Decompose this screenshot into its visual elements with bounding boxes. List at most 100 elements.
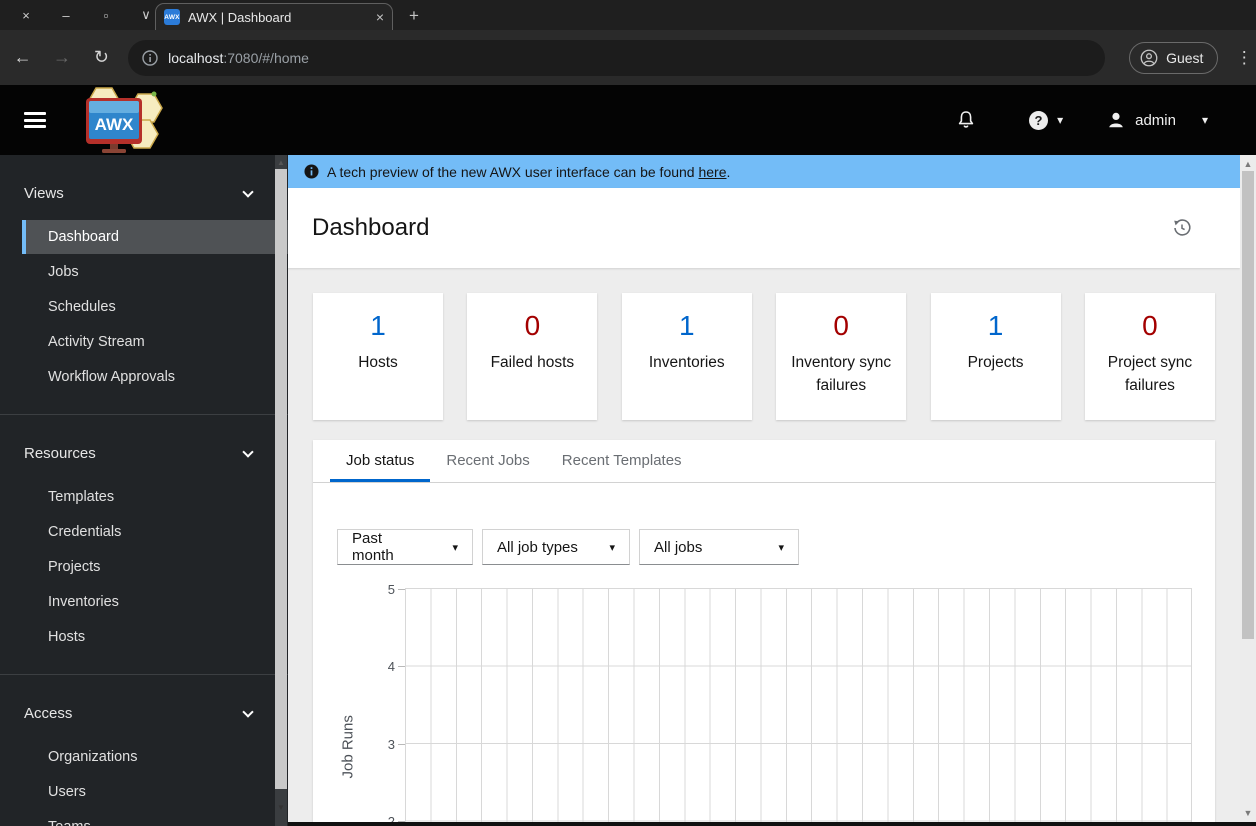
page-header: Dashboard [288,188,1240,268]
stat-label: Inventories [648,354,725,371]
notifications-bell-icon[interactable] [956,110,976,130]
user-menu-caret-icon[interactable]: ▾ [1202,113,1208,127]
job-filter-select[interactable]: All jobs ▾ [639,529,799,565]
profile-label: Guest [1166,49,1204,66]
chevron-down-icon [242,445,254,458]
job-status-card: Job status Recent Jobs Recent Templates … [313,440,1215,826]
url-text: localhost:7080/#/home [168,49,309,66]
profile-avatar-icon [1140,49,1158,66]
sidebar-nav: Views Dashboard Jobs Schedules Activity … [0,155,288,826]
stat-value-link[interactable]: 1 [988,309,1004,343]
awx-logo[interactable]: AWX [66,86,178,154]
window-menu-icon[interactable]: ∨ [138,7,154,23]
sidebar-scrollbar-thumb[interactable] [275,169,287,789]
username-label[interactable]: admin [1135,112,1176,129]
main-content: A tech preview of the new AWX user inter… [288,155,1240,826]
page-title: Dashboard [312,214,430,241]
window-minimize-icon[interactable]: – [58,8,74,23]
sidebar-item-teams[interactable]: Teams [22,810,288,826]
sidebar-scrollbar[interactable]: ▲ ▼ [275,155,287,826]
tech-preview-link[interactable]: here [698,164,726,180]
banner-text: A tech preview of the new AWX user inter… [327,163,731,180]
site-info-icon[interactable] [142,49,158,66]
stat-label: Projects [967,354,1024,371]
sidebar-item-users[interactable]: Users [22,775,288,809]
browser-menu-icon[interactable]: ⋮ [1232,48,1256,68]
sidebar-item-activity-stream[interactable]: Activity Stream [22,325,288,359]
awx-favicon-icon: AWX [164,9,180,25]
profile-button[interactable]: Guest [1129,41,1219,74]
caret-down-icon: ▾ [778,541,784,554]
browser-toolbar: ← → ↻ localhost:7080/#/home Guest ⋮ [0,30,1256,85]
stat-value-link[interactable]: 0 [525,309,541,343]
stat-card-projects: 1 Projects [930,293,1061,420]
browser-tab[interactable]: AWX AWX | Dashboard × [155,3,393,30]
page-scrollbar[interactable]: ▲ ▼ [1240,155,1256,826]
sidebar-item-organizations[interactable]: Organizations [22,740,288,774]
caret-down-icon: ▾ [609,541,615,554]
sidebar-item-credentials[interactable]: Credentials [22,515,288,549]
stat-label: Inventory sync failures [791,354,892,394]
help-caret-icon[interactable]: ▾ [1057,113,1063,127]
stat-value-link[interactable]: 1 [370,309,386,343]
screen: × – ▫ ∨ AWX AWX | Dashboard × + ← → ↻ lo… [0,0,1256,826]
sidebar-item-projects[interactable]: Projects [22,550,288,584]
sidebar-item-hosts[interactable]: Hosts [22,620,288,654]
nav-toggle-button[interactable] [24,112,46,128]
scroll-down-icon[interactable]: ▼ [275,803,287,812]
window-controls: × – ▫ ∨ [8,0,154,30]
period-select[interactable]: Past month ▾ [337,529,473,565]
caret-down-icon: ▾ [452,541,458,554]
window-close-icon[interactable]: × [18,8,34,23]
sidebar-item-dashboard[interactable]: Dashboard [22,220,288,254]
nav-group-resources[interactable]: Resources [0,437,288,470]
nav-group-label: Resources [24,445,96,462]
reload-icon[interactable]: ↻ [85,41,118,75]
scroll-down-icon[interactable]: ▼ [1240,808,1256,818]
window-maximize-icon[interactable]: ▫ [98,8,114,23]
dashboard-tabs: Job status Recent Jobs Recent Templates [313,440,1215,483]
page-scrollbar-thumb[interactable] [1242,171,1254,639]
sidebar-item-schedules[interactable]: Schedules [22,290,288,324]
stat-value-link[interactable]: 0 [1142,309,1158,343]
tab-close-icon[interactable]: × [376,9,384,25]
scroll-up-icon[interactable]: ▲ [1240,159,1256,169]
sidebar-item-workflow-approvals[interactable]: Workflow Approvals [22,360,288,394]
awx-masthead: AWX ? ▾ admin ▾ [0,85,1256,155]
forward-icon[interactable]: → [45,41,78,75]
info-icon [304,164,319,179]
bottom-edge-band [288,822,1256,826]
nav-group-views[interactable]: Views [0,177,288,210]
new-tab-button[interactable]: + [402,4,426,28]
tab-title: AWX | Dashboard [188,9,292,25]
y-tick-5: 5 [387,582,395,597]
y-tick-3: 3 [387,737,395,752]
dashboard-counts: 1 Hosts 0 Failed hosts 1 Inventories 0 I… [313,293,1215,420]
history-icon[interactable] [1172,218,1192,238]
period-select-value: Past month [352,530,394,564]
stat-card-hosts: 1 Hosts [313,293,443,420]
stat-value-link[interactable]: 1 [679,309,695,343]
svg-text:?: ? [1035,113,1043,128]
stat-value-link[interactable]: 0 [833,309,849,343]
browser-tabstrip: × – ▫ ∨ AWX AWX | Dashboard × + [0,0,1256,30]
nav-group-access[interactable]: Access [0,697,288,730]
stat-card-inventories: 1 Inventories [621,293,752,420]
stat-card-failed-hosts: 0 Failed hosts [467,293,598,420]
help-icon[interactable]: ? [1028,110,1049,131]
scroll-up-icon[interactable]: ▲ [275,158,287,167]
sidebar-item-templates[interactable]: Templates [22,480,288,514]
svg-text:AWX: AWX [95,115,134,134]
sidebar-item-jobs[interactable]: Jobs [22,255,288,289]
sidebar-item-inventories[interactable]: Inventories [22,585,288,619]
stat-card-project-sync-failures: 0 Project sync failures [1084,293,1215,420]
job-type-select[interactable]: All job types ▾ [482,529,630,565]
tab-recent-templates[interactable]: Recent Templates [546,440,698,482]
tab-recent-jobs[interactable]: Recent Jobs [430,440,545,482]
back-icon[interactable]: ← [6,41,39,75]
nav-section-access: Access Organizations Users Teams [0,675,288,826]
url-bar[interactable]: localhost:7080/#/home [128,39,1106,76]
chevron-down-icon [242,705,254,718]
job-filter-select-value: All jobs [654,538,703,556]
tab-job-status[interactable]: Job status [330,440,431,482]
